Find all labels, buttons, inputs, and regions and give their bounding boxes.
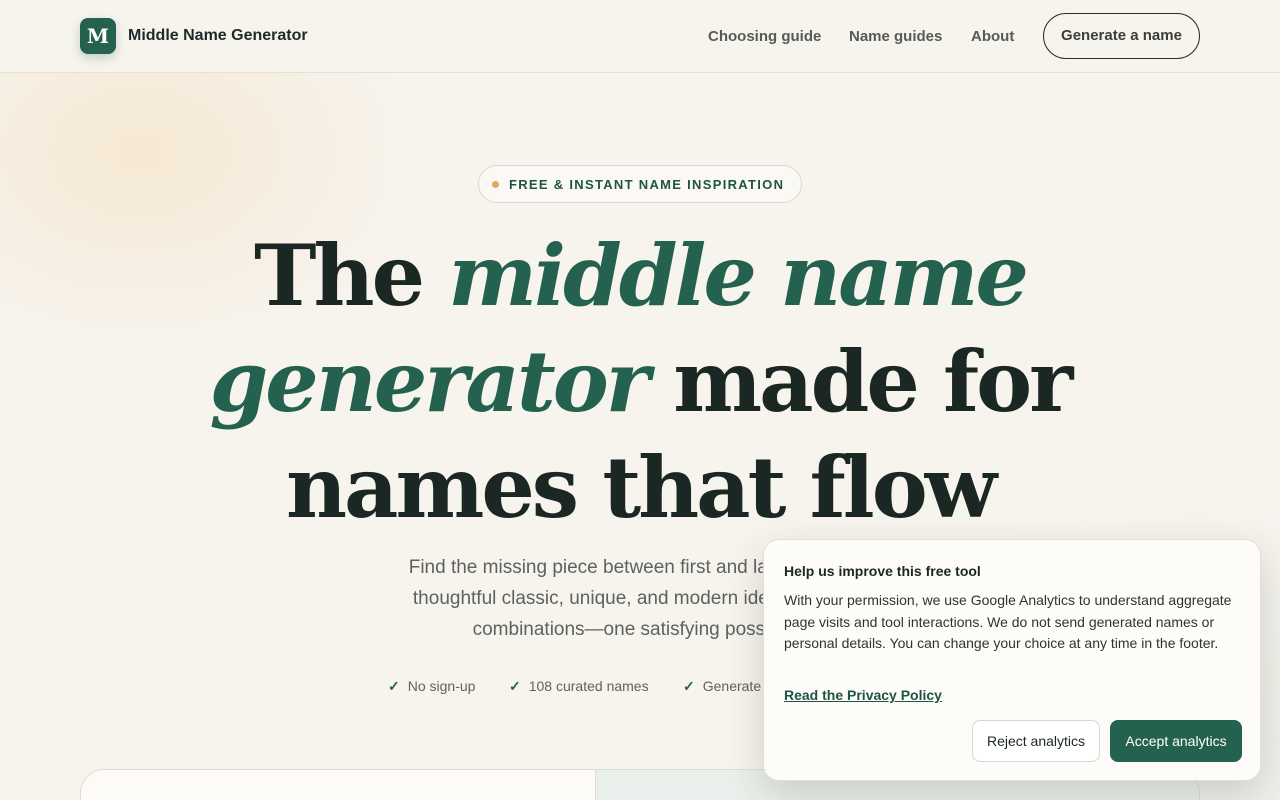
accept-analytics-button[interactable]: Accept analytics [1110,720,1242,762]
privacy-policy-link[interactable]: Read the Privacy Policy [784,687,942,703]
title-line-3: names that flow [285,438,997,537]
generate-name-button[interactable]: Generate a name [1043,13,1200,59]
hero-badge: FREE & INSTANT NAME INSPIRATION [478,165,802,203]
badge-label: FREE & INSTANT NAME INSPIRATION [509,177,785,192]
feature-label: No sign-up [407,678,476,694]
feature-label: 108 curated names [528,678,649,694]
site-header: M Middle Name Generator Choosing guide N… [0,0,1280,73]
brand-name[interactable]: Middle Name Generator [128,27,308,45]
check-icon: ✓ [388,678,400,694]
feature-curated-names: ✓ 108 curated names [509,678,649,695]
badge-dot-icon [492,181,499,188]
check-icon: ✓ [683,678,695,694]
feature-label: Generate [702,678,762,694]
analytics-consent-dialog: Help us improve this free tool With your… [763,539,1261,781]
consent-title: Help us improve this free tool [784,563,981,579]
feature-generate: ✓ Generate [683,678,761,695]
consent-body: With your permission, we use Google Anal… [784,592,1232,651]
feature-no-signup: ✓ No sign-up [388,678,475,695]
nav-choosing-guide[interactable]: Choosing guide [708,28,821,45]
title-part-1: The [254,226,449,325]
check-icon: ✓ [509,678,521,694]
logo-icon[interactable]: M [80,18,116,54]
nav-name-guides[interactable]: Name guides [849,28,942,45]
reject-analytics-button[interactable]: Reject analytics [972,720,1100,762]
title-emphasis-2: generator [209,332,650,431]
nav-about[interactable]: About [971,28,1014,45]
title-part-2: made for [647,332,1073,431]
title-emphasis-1: middle name [448,226,1029,325]
